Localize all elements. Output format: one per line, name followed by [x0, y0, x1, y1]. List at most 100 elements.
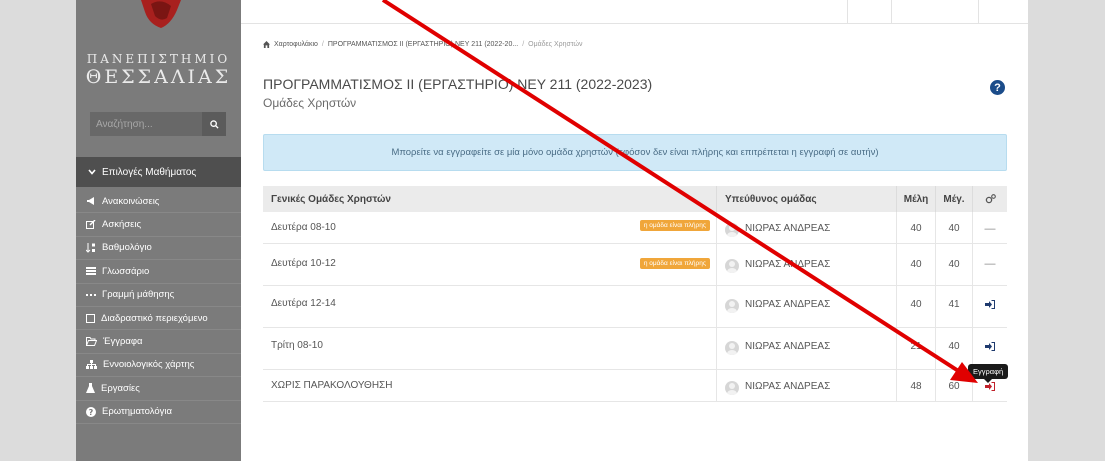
members-count: 40: [897, 244, 936, 285]
no-action-dash: —: [984, 258, 996, 270]
table-row: Δευτέρα 08-10 η ομάδα είναι πλήρης ΝΙΩΡΑ…: [263, 212, 1007, 244]
group-action-cell: —: [973, 244, 1007, 285]
sidebar-item-glossary[interactable]: Γλωσσάριο: [76, 260, 241, 284]
sidebar-item-label: Βαθμολόγιο: [102, 242, 152, 254]
group-name-cell: ΧΩΡΙΣ ΠΑΡΑΚΟΛΟΥΘΗΣΗ: [263, 370, 717, 401]
group-leader: ΝΙΩΡΑΣ ΑΝΔΡΕΑΣ: [745, 341, 831, 352]
group-leader: ΝΙΩΡΑΣ ΑΝΔΡΕΑΣ: [745, 223, 831, 234]
navbar-divider: [847, 0, 848, 24]
group-leader-cell: ΝΙΩΡΑΣ ΑΝΔΡΕΑΣ: [717, 286, 897, 327]
sidebar-item-assignments[interactable]: Εργασίες: [76, 377, 241, 401]
header-actions: [973, 186, 1007, 212]
table-row: Δευτέρα 10-12 η ομάδα είναι πλήρης ΝΙΩΡΑ…: [263, 244, 1007, 286]
sidebar-item-label: Γραμμή μάθησης: [102, 289, 175, 301]
header-max: Μέγ.: [936, 186, 973, 212]
sidebar-item-label: Έγγραφα: [103, 336, 143, 348]
help-icon[interactable]: ?: [990, 80, 1005, 95]
group-action-cell: —: [973, 212, 1007, 243]
university-name-line1: ΠΑΝΕΠΙΣΤΗΜΙΟ: [86, 52, 231, 66]
members-count: 21: [897, 328, 936, 369]
breadcrumb-separator: /: [321, 41, 324, 48]
edit-icon: [86, 220, 96, 230]
group-name[interactable]: Τρίτη 08-10: [271, 340, 323, 351]
sidebar-item-exercises[interactable]: Ασκήσεις: [76, 213, 241, 237]
group-leader: ΝΙΩΡΑΣ ΑΝΔΡΕΑΣ: [745, 259, 831, 270]
group-name-cell: Τρίτη 08-10: [263, 328, 717, 369]
group-name-cell: Δευτέρα 10-12 η ομάδα είναι πλήρης: [263, 244, 717, 285]
university-logo[interactable]: ΠΑΝΕΠΙΣΤΗΜΙΟ ΘΕΣΣΑΛΙΑΣ: [76, 0, 241, 100]
chevron-down-icon: [88, 169, 96, 175]
navbar-divider: [891, 0, 892, 24]
sidebar-item-announcements[interactable]: Ανακοινώσεις: [76, 190, 241, 214]
group-action-cell: [973, 328, 1007, 369]
header-group-leader: Υπεύθυνος ομάδας: [717, 186, 897, 212]
group-name[interactable]: Δευτέρα 12-14: [271, 298, 336, 309]
sidebar-item-label: Γλωσσάριο: [102, 265, 150, 277]
sidebar-item-label: Εννοιολογικός χάρτης: [103, 359, 195, 371]
sidebar-item-concept-map[interactable]: Εννοιολογικός χάρτης: [76, 354, 241, 378]
breadcrumb: Χαρτοφυλάκιο / ΠΡΟΓΡΑΜΜΑΤΙΣΜΟΣ ΙΙ (ΕΡΓΑΣ…: [263, 41, 583, 48]
sign-in-icon[interactable]: [985, 342, 995, 351]
group-leader-cell: ΝΙΩΡΑΣ ΑΝΔΡΕΑΣ: [717, 328, 897, 369]
group-full-badge: η ομάδα είναι πλήρης: [639, 220, 710, 231]
max-members: 41: [936, 286, 973, 327]
list-icon: [86, 267, 96, 276]
table-row: Δευτέρα 12-14 ΝΙΩΡΑΣ ΑΝΔΡΕΑΣ 40 41: [263, 286, 1007, 328]
sidebar-item-learning-path[interactable]: Γραμμή μάθησης: [76, 284, 241, 307]
max-members: 40: [936, 212, 973, 243]
horse-logo-icon: [141, 0, 181, 28]
members-count: 40: [897, 212, 936, 243]
sort-numeric-icon: [86, 242, 95, 253]
no-action-dash: —: [984, 223, 996, 235]
group-leader: ΝΙΩΡΑΣ ΑΝΔΡΕΑΣ: [745, 381, 831, 392]
course-options-header[interactable]: Επιλογές Μαθήματος: [76, 157, 241, 187]
flask-icon: [86, 383, 95, 394]
register-tooltip: Εγγραφή: [968, 364, 1009, 383]
table-row: ΧΩΡΙΣ ΠΑΡΑΚΟΛΟΥΘΗΣΗ ΝΙΩΡΑΣ ΑΝΔΡΕΑΣ 48 60: [263, 370, 1007, 402]
course-options-label: Επιλογές Μαθήματος: [102, 166, 197, 178]
breadcrumb-home[interactable]: Χαρτοφυλάκιο: [274, 41, 318, 48]
question-circle-icon: ?: [86, 406, 96, 417]
group-leader: ΝΙΩΡΑΣ ΑΝΔΡΕΑΣ: [745, 299, 831, 310]
max-members: 40: [936, 244, 973, 285]
sign-in-icon[interactable]: [985, 382, 995, 391]
info-alert-text: Μπορείτε να εγγραφείτε σε μία μόνο ομάδα…: [391, 147, 879, 158]
sign-in-icon[interactable]: [985, 300, 995, 309]
sidebar-item-label: Ανακοινώσεις: [102, 195, 160, 207]
top-navbar: [241, 0, 1028, 24]
bullhorn-icon: [87, 196, 94, 205]
group-full-badge: η ομάδα είναι πλήρης: [639, 258, 710, 269]
svg-text:?: ?: [89, 408, 94, 417]
ellipsis-icon: [86, 293, 96, 296]
sidebar-item-interactive-content[interactable]: Διαδραστικό περιεχόμενο: [76, 307, 241, 331]
sidebar-item-questionnaires[interactable]: ? Ερωτηματολόγια: [76, 401, 241, 424]
max-members: 40: [936, 328, 973, 369]
avatar: [725, 259, 739, 273]
group-name-cell: Δευτέρα 12-14: [263, 286, 717, 327]
group-leader-cell: ΝΙΩΡΑΣ ΑΝΔΡΕΑΣ: [717, 212, 897, 243]
breadcrumb-course[interactable]: ΠΡΟΓΡΑΜΜΑΤΙΣΜΟΣ ΙΙ (ΕΡΓΑΣΤΗΡΙΟ) ΝΕΥ 211 …: [328, 41, 518, 48]
navbar-divider: [978, 0, 979, 24]
group-leader-cell: ΝΙΩΡΑΣ ΑΝΔΡΕΑΣ: [717, 244, 897, 285]
header-group-name: Γενικές Ομάδες Χρηστών: [263, 186, 717, 212]
avatar: [725, 341, 739, 355]
page-subtitle: Ομάδες Χρηστών: [263, 96, 357, 110]
members-count: 48: [897, 370, 936, 401]
avatar: [725, 223, 739, 237]
avatar: [725, 299, 739, 313]
group-name[interactable]: Δευτέρα 08-10: [271, 222, 336, 233]
search-icon: [209, 119, 219, 129]
group-action-cell: [973, 286, 1007, 327]
sidebar-item-documents[interactable]: Έγγραφα: [76, 330, 241, 354]
group-name[interactable]: Δευτέρα 10-12: [271, 258, 336, 269]
sidebar-item-gradebook[interactable]: Βαθμολόγιο: [76, 237, 241, 261]
search-input[interactable]: [90, 112, 202, 136]
university-name-line2: ΘΕΣΣΑΛΙΑΣ: [85, 66, 232, 88]
search-button[interactable]: [202, 112, 226, 136]
sidebar: ΠΑΝΕΠΙΣΤΗΜΙΟ ΘΕΣΣΑΛΙΑΣ Επιλογές Μαθήματο…: [76, 0, 241, 461]
square-icon: [86, 313, 95, 323]
page-background-right: [1028, 0, 1105, 461]
group-name[interactable]: ΧΩΡΙΣ ΠΑΡΑΚΟΛΟΥΘΗΣΗ: [271, 380, 392, 391]
home-icon: [263, 41, 270, 48]
group-leader-cell: ΝΙΩΡΑΣ ΑΝΔΡΕΑΣ: [717, 370, 897, 401]
